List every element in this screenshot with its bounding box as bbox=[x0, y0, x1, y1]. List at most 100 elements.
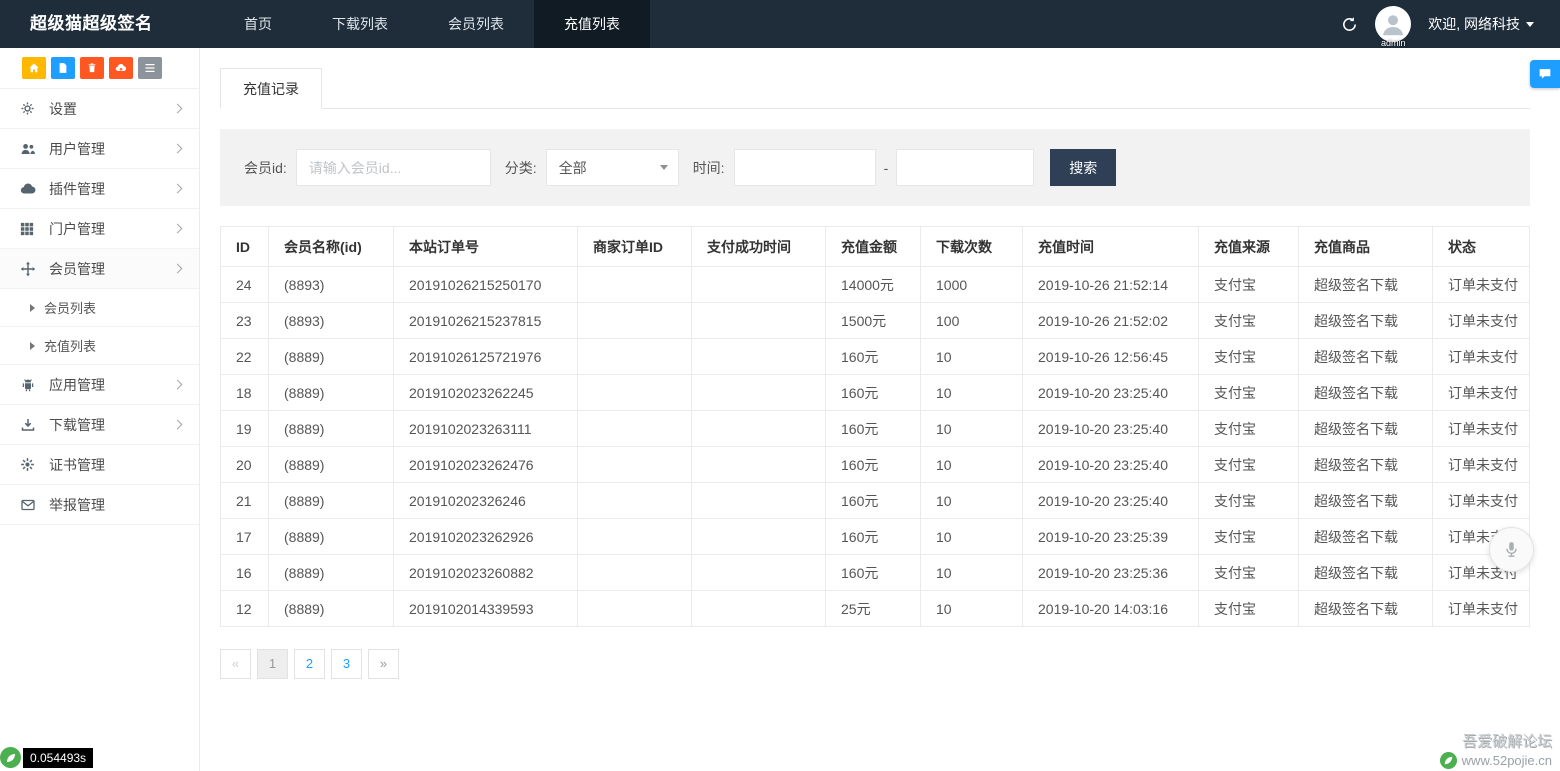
home-icon[interactable] bbox=[22, 57, 46, 79]
table-cell: 10 bbox=[921, 411, 1023, 447]
android-icon bbox=[20, 376, 38, 393]
sidebar-item-label: 举报管理 bbox=[49, 495, 105, 515]
table-cell: 支付宝 bbox=[1199, 519, 1299, 555]
table-cell: 支付宝 bbox=[1199, 447, 1299, 483]
table-cell: 2019-10-26 12:56:45 bbox=[1023, 339, 1199, 375]
brand-logo: 超级猫超级签名 bbox=[0, 0, 200, 48]
table-cell: 订单未支付 bbox=[1433, 267, 1530, 303]
table-cell bbox=[692, 303, 826, 339]
table-cell: 超级签名下载 bbox=[1299, 303, 1433, 339]
table-cell: 2019-10-26 21:52:14 bbox=[1023, 267, 1199, 303]
records-table: ID会员名称(id)本站订单号商家订单ID支付成功时间充值金额下载次数充值时间充… bbox=[220, 226, 1530, 627]
quick-icons bbox=[0, 48, 199, 89]
sidebar-item-plugin-management[interactable]: 插件管理 bbox=[0, 169, 199, 209]
sidebar-item-app-management[interactable]: 应用管理 bbox=[0, 365, 199, 405]
table-body: 24(8893)2019102621525017014000元10002019-… bbox=[221, 267, 1530, 627]
table-cell: 1000 bbox=[921, 267, 1023, 303]
time-range-separator: - bbox=[884, 160, 889, 176]
navbar-item-recharge-list[interactable]: 充值列表 bbox=[534, 0, 650, 48]
sidebar-item-settings[interactable]: 设置 bbox=[0, 89, 199, 129]
table-cell: (8893) bbox=[269, 303, 394, 339]
navbar-item-member-list[interactable]: 会员列表 bbox=[418, 0, 534, 48]
table-cell: 支付宝 bbox=[1199, 303, 1299, 339]
page-button-prev[interactable]: « bbox=[220, 649, 251, 679]
tab-recharge-records[interactable]: 充值记录 bbox=[220, 68, 322, 109]
sidebar-subitem-member-list[interactable]: 会员列表 bbox=[0, 289, 199, 327]
table-cell: 2019-10-20 23:25:40 bbox=[1023, 375, 1199, 411]
table-cell: 17 bbox=[221, 519, 269, 555]
table-cell: 2019102023262476 bbox=[394, 447, 578, 483]
column-header: 支付成功时间 bbox=[692, 227, 826, 267]
sidebar-item-certificate-management[interactable]: 证书管理 bbox=[0, 445, 199, 485]
user-menu[interactable]: 欢迎, 网络科技 bbox=[1428, 14, 1534, 34]
table-cell: 支付宝 bbox=[1199, 339, 1299, 375]
table-cell bbox=[578, 555, 692, 591]
list-icon[interactable] bbox=[138, 57, 162, 79]
table-cell: 2019102023262245 bbox=[394, 375, 578, 411]
column-header: 本站订单号 bbox=[394, 227, 578, 267]
table-row: 22(8889)20191026125721976160元102019-10-2… bbox=[221, 339, 1530, 375]
table-cell: 24 bbox=[221, 267, 269, 303]
sidebar-item-user-management[interactable]: 用户管理 bbox=[0, 129, 199, 169]
page-button-1[interactable]: 1 bbox=[257, 649, 288, 679]
table-cell bbox=[692, 519, 826, 555]
column-header: ID bbox=[221, 227, 269, 267]
table-row: 23(8893)201910262152378151500元1002019-10… bbox=[221, 303, 1530, 339]
navbar-item-home[interactable]: 首页 bbox=[214, 0, 302, 48]
sidebar-subitem-label: 会员列表 bbox=[44, 298, 96, 317]
category-select-value: 全部 bbox=[559, 158, 587, 178]
table-cell bbox=[692, 555, 826, 591]
column-header: 状态 bbox=[1433, 227, 1530, 267]
table-row: 17(8889)2019102023262926160元102019-10-20… bbox=[221, 519, 1530, 555]
table-cell: 201910202326246 bbox=[394, 483, 578, 519]
navbar-item-download-list[interactable]: 下载列表 bbox=[302, 0, 418, 48]
avatar[interactable]: admin bbox=[1374, 0, 1412, 48]
table-cell: 订单未支付 bbox=[1433, 411, 1530, 447]
search-button[interactable]: 搜索 bbox=[1050, 149, 1116, 186]
time-start-input[interactable] bbox=[734, 149, 876, 186]
table-cell: (8889) bbox=[269, 591, 394, 627]
table-cell: 12 bbox=[221, 591, 269, 627]
table-cell: 支付宝 bbox=[1199, 555, 1299, 591]
cloud-upload-icon[interactable] bbox=[109, 57, 133, 79]
page-button-3[interactable]: 3 bbox=[331, 649, 362, 679]
file-icon[interactable] bbox=[51, 57, 75, 79]
sidebar-subitem-recharge-list[interactable]: 充值列表 bbox=[0, 327, 199, 365]
chat-service-icon[interactable] bbox=[1530, 60, 1560, 88]
table-cell: 超级签名下载 bbox=[1299, 555, 1433, 591]
table-cell bbox=[578, 411, 692, 447]
refresh-icon[interactable] bbox=[1341, 16, 1358, 33]
top-navbar: 超级猫超级签名 首页下载列表会员列表充值列表 admin 欢迎, 网络科技 bbox=[0, 0, 1560, 48]
trash-icon[interactable] bbox=[80, 57, 104, 79]
table-cell: 订单未支付 bbox=[1433, 483, 1530, 519]
column-header: 会员名称(id) bbox=[269, 227, 394, 267]
navbar-items: 首页下载列表会员列表充值列表 bbox=[214, 0, 650, 48]
table-cell: 超级签名下载 bbox=[1299, 411, 1433, 447]
column-header: 商家订单ID bbox=[578, 227, 692, 267]
table-cell: 支付宝 bbox=[1199, 267, 1299, 303]
chevron-right-icon bbox=[173, 144, 183, 154]
time-end-input[interactable] bbox=[896, 149, 1034, 186]
page-button-next[interactable]: » bbox=[368, 649, 399, 679]
sidebar-item-report-management[interactable]: 举报管理 bbox=[0, 485, 199, 525]
table-row: 19(8889)2019102023263111160元102019-10-20… bbox=[221, 411, 1530, 447]
category-select[interactable]: 全部 bbox=[546, 149, 679, 186]
table-cell: 25元 bbox=[826, 591, 921, 627]
sidebar-item-member-management[interactable]: 会员管理 bbox=[0, 249, 199, 289]
table-cell: 超级签名下载 bbox=[1299, 447, 1433, 483]
sidebar-item-portal-management[interactable]: 门户管理 bbox=[0, 209, 199, 249]
table-cell: 160元 bbox=[826, 447, 921, 483]
member-id-input[interactable] bbox=[296, 149, 491, 186]
column-header: 下载次数 bbox=[921, 227, 1023, 267]
microphone-button[interactable] bbox=[1489, 527, 1534, 572]
sidebar-item-label: 应用管理 bbox=[49, 375, 105, 395]
page-button-2[interactable]: 2 bbox=[294, 649, 325, 679]
column-header: 充值金额 bbox=[826, 227, 921, 267]
table-cell: 160元 bbox=[826, 339, 921, 375]
table-cell bbox=[692, 591, 826, 627]
welcome-text: 欢迎, 网络科技 bbox=[1428, 14, 1520, 34]
table-cell: 支付宝 bbox=[1199, 375, 1299, 411]
sidebar-item-download-management[interactable]: 下载管理 bbox=[0, 405, 199, 445]
table-cell bbox=[692, 447, 826, 483]
table-cell: 160元 bbox=[826, 375, 921, 411]
